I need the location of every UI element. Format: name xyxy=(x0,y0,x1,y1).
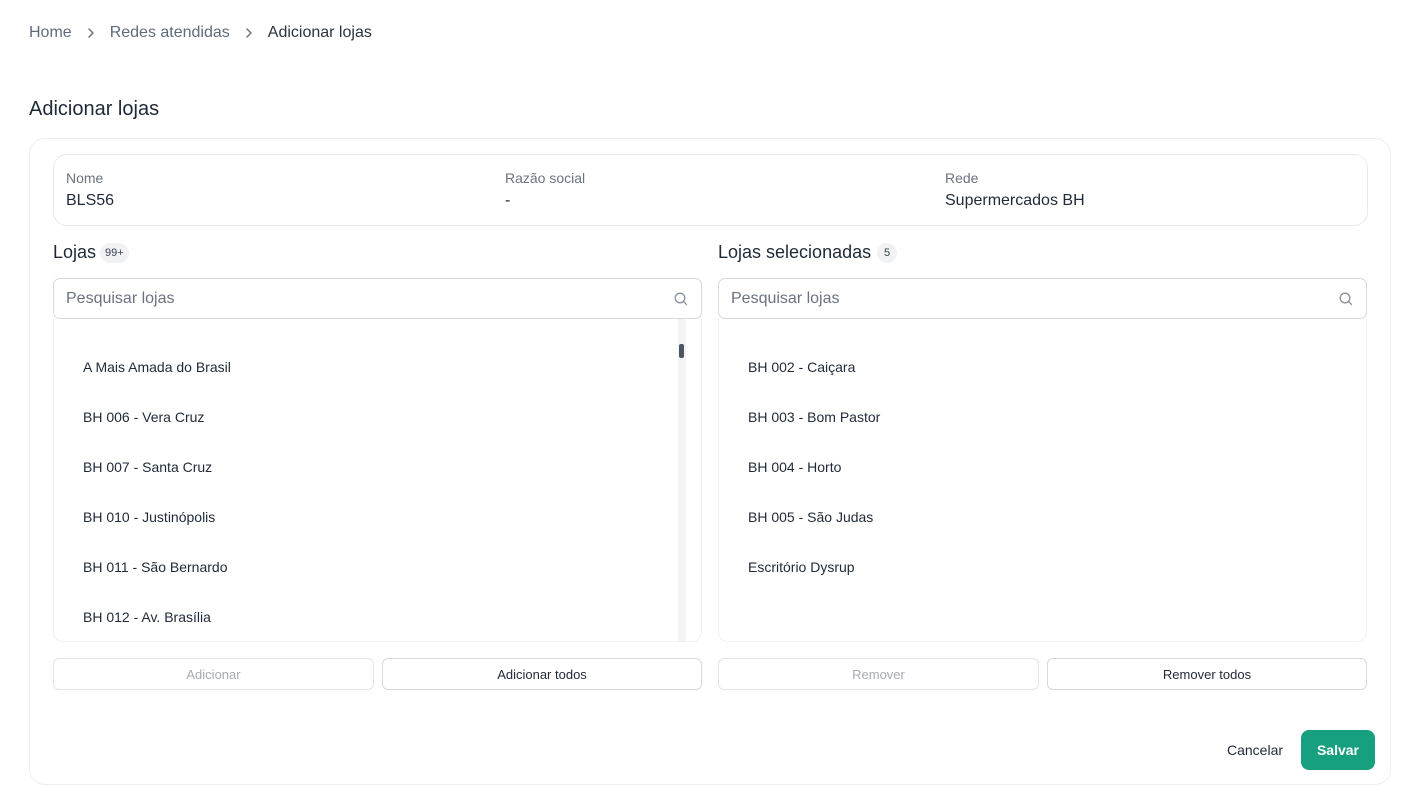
list-item[interactable]: BH 003 - Bom Pastor xyxy=(748,409,880,425)
lojas-title: Lojas xyxy=(53,242,97,262)
razao-social-label: Razão social xyxy=(505,170,586,186)
lojas-selecionadas-panel-title: Lojas selecionadas 5 xyxy=(718,242,898,263)
chevron-right-icon xyxy=(230,27,268,39)
lojas-panel-title: Lojas 99+ xyxy=(53,242,129,263)
cancel-button[interactable]: Cancelar xyxy=(1215,730,1295,770)
list-item[interactable]: Escritório Dysrup xyxy=(748,559,855,575)
page-title: Adicionar lojas xyxy=(29,98,160,120)
lojas-search-input[interactable] xyxy=(66,289,673,308)
list-item[interactable]: BH 002 - Caiçara xyxy=(748,359,855,375)
list-item[interactable]: BH 005 - São Judas xyxy=(748,509,873,525)
lojas-selecionadas-search[interactable] xyxy=(718,278,1367,319)
lojas-selecionadas-list: BH 002 - Caiçara BH 003 - Bom Pastor BH … xyxy=(718,319,1367,642)
lojas-list: A Mais Amada do Brasil BH 006 - Vera Cru… xyxy=(53,319,702,642)
list-item[interactable]: A Mais Amada do Brasil xyxy=(83,359,231,375)
lojas-search[interactable] xyxy=(53,278,702,319)
list-item[interactable]: BH 006 - Vera Cruz xyxy=(83,409,204,425)
lojas-scroll-thumb[interactable] xyxy=(679,344,684,358)
list-item[interactable]: BH 011 - São Bernardo xyxy=(83,559,228,575)
rede-value: Supermercados BH xyxy=(945,192,1085,209)
razao-social-value: - xyxy=(505,192,511,209)
nome-label: Nome xyxy=(66,170,104,186)
search-icon[interactable] xyxy=(673,291,689,307)
breadcrumb-redes-link[interactable]: Redes atendidas xyxy=(110,24,230,42)
breadcrumb-home-link[interactable]: Home xyxy=(29,24,72,42)
breadcrumb-current: Adicionar lojas xyxy=(267,24,372,41)
list-item[interactable]: BH 007 - Santa Cruz xyxy=(83,459,212,475)
remover-button[interactable]: Remover xyxy=(718,658,1039,690)
adicionar-button[interactable]: Adicionar xyxy=(53,658,374,690)
save-button[interactable]: Salvar xyxy=(1301,730,1375,770)
rede-label: Rede xyxy=(945,170,979,186)
store-info-card: Nome BLS56 Razão social - Rede Supermerc… xyxy=(53,154,1368,226)
list-item[interactable]: BH 010 - Justinópolis xyxy=(83,509,215,525)
adicionar-todos-button[interactable]: Adicionar todos xyxy=(382,658,702,690)
remover-todos-button[interactable]: Remover todos xyxy=(1047,658,1367,690)
info-rede: Rede Supermercados BH xyxy=(945,170,1085,210)
nome-value: BLS56 xyxy=(66,192,115,209)
lojas-selecionadas-count-badge: 5 xyxy=(877,242,898,263)
search-icon[interactable] xyxy=(1338,291,1354,307)
lojas-selecionadas-title: Lojas selecionadas xyxy=(718,242,872,262)
chevron-right-icon xyxy=(72,27,110,39)
list-item[interactable]: BH 012 - Av. Brasília xyxy=(83,609,211,625)
lojas-count-badge: 99+ xyxy=(100,242,129,263)
lojas-scrollbar[interactable] xyxy=(678,319,686,641)
list-item[interactable]: BH 004 - Horto xyxy=(748,459,841,475)
main-card: Nome BLS56 Razão social - Rede Supermerc… xyxy=(29,138,1391,785)
info-razao-social: Razão social - xyxy=(505,170,585,210)
breadcrumb: Home Redes atendidas Adicionar lojas xyxy=(29,24,372,42)
info-nome: Nome BLS56 xyxy=(66,170,114,210)
lojas-selecionadas-search-input[interactable] xyxy=(731,289,1338,308)
